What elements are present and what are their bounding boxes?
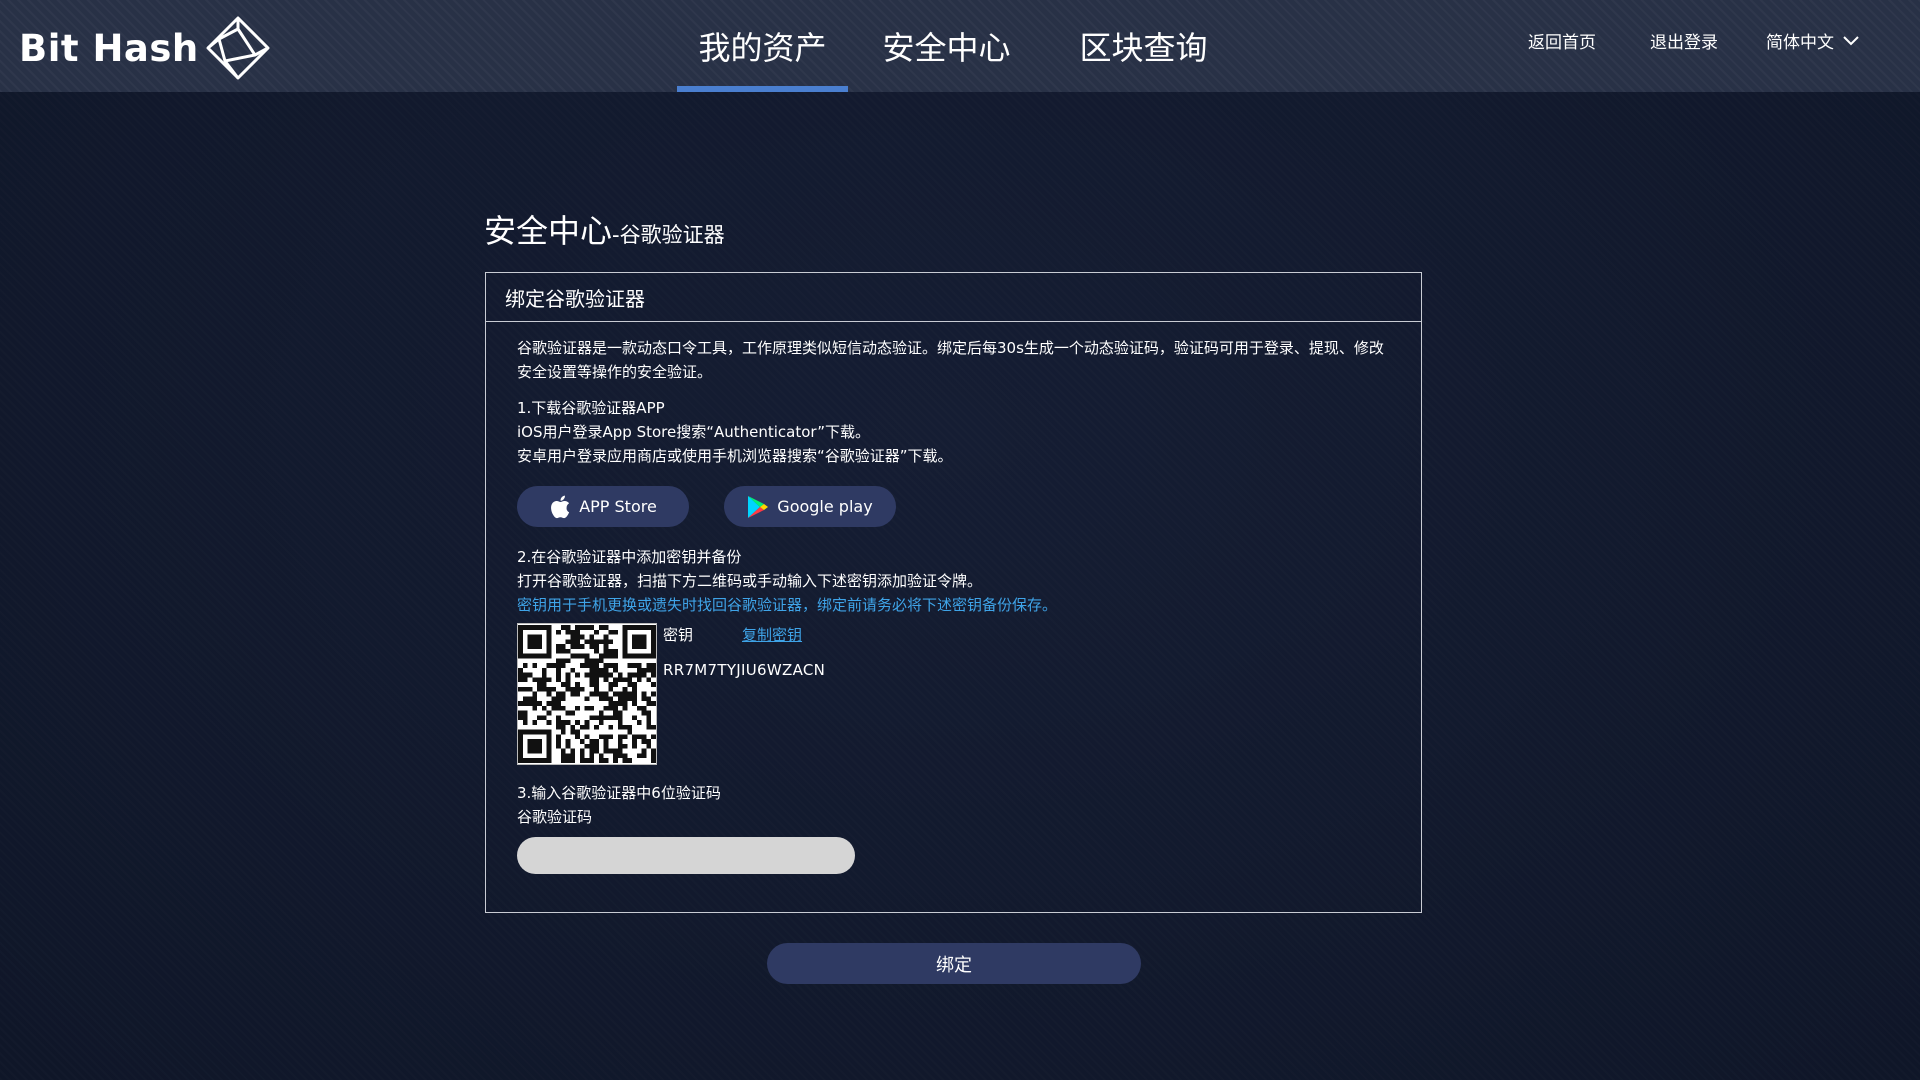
code-label: 谷歌验证码: [517, 808, 593, 826]
logo-diamond-icon: [206, 16, 270, 80]
step2-warning: 密钥用于手机更换或遗失时找回谷歌验证器，绑定前请务必将下述密钥备份保存。: [517, 596, 1058, 614]
panel-heading: 绑定谷歌验证器: [486, 273, 1421, 322]
google-play-button[interactable]: Google play: [724, 486, 896, 527]
page-title: 安全中心 -谷歌验证器: [484, 206, 725, 252]
copy-key-link[interactable]: 复制密钥: [742, 623, 802, 647]
logout-link[interactable]: 退出登录: [1650, 28, 1718, 53]
step1-android-text: 安卓用户登录应用商店或使用手机浏览器搜索“谷歌验证器”下载。: [517, 447, 953, 465]
bind-button[interactable]: 绑定: [767, 943, 1141, 984]
logo-text: Bit Hash: [19, 26, 199, 70]
intro-text: 谷歌验证器是一款动态口令工具，工作原理类似短信动态验证。绑定后每30s生成一个动…: [517, 339, 1384, 381]
main-nav: 我的资产 安全中心 区块查询: [677, 0, 1242, 92]
nav-my-assets[interactable]: 我的资产: [677, 0, 848, 92]
step2-title: 2.在谷歌验证器中添加密钥并备份: [517, 548, 742, 566]
logo[interactable]: Bit Hash: [19, 16, 271, 80]
nav-security-center[interactable]: 安全中心: [848, 0, 1045, 92]
language-label: 简体中文: [1766, 33, 1834, 53]
top-header: Bit Hash 我的资产 安全中心 区块查询 返回首页 退出登录 简体中文: [0, 0, 1920, 92]
step2-desc: 打开谷歌验证器，扫描下方二维码或手动输入下述密钥添加验证令牌。: [517, 572, 983, 590]
step3-section: 3.输入谷歌验证器中6位验证码 谷歌验证码: [517, 781, 1391, 874]
bind-authenticator-panel: 绑定谷歌验证器 谷歌验证器是一款动态口令工具，工作原理类似短信动态验证。绑定后每…: [485, 272, 1422, 913]
store-buttons: APP Store Google play: [517, 486, 1391, 527]
step3-title: 3.输入谷歌验证器中6位验证码: [517, 784, 721, 802]
app-store-label: APP Store: [579, 496, 657, 516]
google-play-icon: [748, 495, 769, 518]
app-store-button[interactable]: APP Store: [517, 486, 689, 527]
step1-section: 1.下载谷歌验证器APP iOS用户登录App Store搜索“Authenti…: [517, 396, 1391, 468]
home-link[interactable]: 返回首页: [1528, 28, 1596, 53]
verification-code-input[interactable]: [517, 837, 855, 874]
page-title-main: 安全中心: [484, 212, 613, 250]
key-label: 密钥: [663, 626, 694, 644]
panel-body: 谷歌验证器是一款动态口令工具，工作原理类似短信动态验证。绑定后每30s生成一个动…: [486, 322, 1421, 874]
secret-key-value: RR7M7TYJIU6WZACN: [663, 661, 826, 679]
qr-code: [517, 623, 657, 765]
nav-label: 我的资产: [698, 29, 827, 67]
nav-label: 区块查询: [1079, 29, 1208, 67]
page-title-sub: -谷歌验证器: [612, 223, 725, 247]
google-play-label: Google play: [777, 496, 873, 516]
step2-section: 2.在谷歌验证器中添加密钥并备份 打开谷歌验证器，扫描下方二维码或手动输入下述密…: [517, 545, 1391, 617]
apple-icon: [551, 495, 570, 518]
step1-ios-text: iOS用户登录App Store搜索“Authenticator”下载。: [517, 423, 870, 441]
key-info: 密钥 复制密钥 RR7M7TYJIU6WZACN: [663, 623, 825, 765]
nav-label: 安全中心: [882, 29, 1011, 67]
key-section: 密钥 复制密钥 RR7M7TYJIU6WZACN: [517, 623, 1391, 765]
chevron-down-icon: [1843, 35, 1859, 45]
step1-title: 1.下载谷歌验证器APP: [517, 399, 665, 417]
nav-block-query[interactable]: 区块查询: [1045, 0, 1242, 92]
top-links: 返回首页 退出登录 简体中文: [1528, 28, 1860, 53]
language-selector[interactable]: 简体中文: [1766, 28, 1860, 53]
